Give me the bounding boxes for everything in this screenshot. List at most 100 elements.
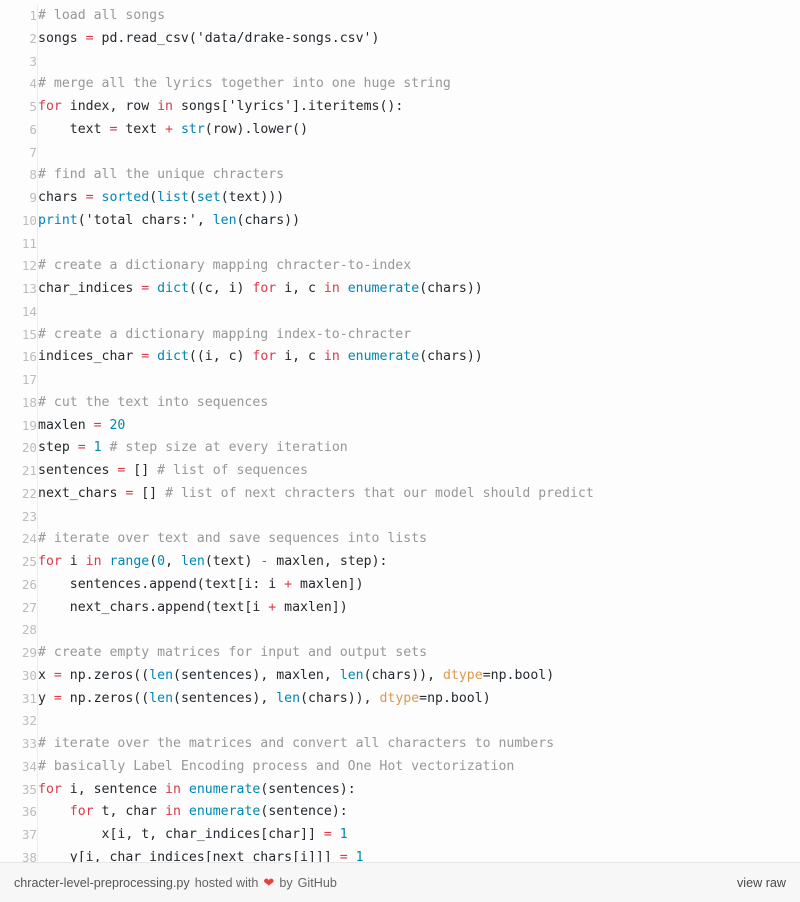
- code-token: # step size at every iteration: [109, 440, 348, 456]
- line-content: # merge all the lyrics together into one…: [38, 73, 800, 96]
- code-token: (chars)): [419, 281, 483, 296]
- line-content: # iterate over the matrices and convert …: [38, 733, 800, 756]
- code-token: index, row: [61, 99, 158, 114]
- code-token: (sentences), maxlen,: [173, 667, 340, 683]
- code-token: +: [268, 599, 277, 615]
- line-content: sentences = [] # list of sequences: [38, 460, 800, 483]
- code-token: (chars)): [236, 212, 301, 228]
- line-number: 11: [0, 232, 38, 256]
- line-content: for t, char in enumerate(sentence):: [38, 801, 800, 824]
- code-token: # basically Label Encoding process and O…: [38, 758, 515, 774]
- line-number: 35: [0, 778, 38, 802]
- line-number: 34: [0, 755, 38, 779]
- code-token: (chars)),: [363, 667, 443, 683]
- by-label: by: [279, 875, 293, 890]
- line-number: 30: [0, 664, 38, 688]
- line-number: 18: [0, 391, 38, 415]
- line-number: 24: [0, 528, 38, 551]
- code-line: 35 for i, sentence in enumerate(sentences…: [0, 778, 800, 802]
- code-token: maxlen: [38, 417, 94, 433]
- code-token: (: [188, 190, 197, 205]
- code-line: 6 text = text + str(row).lower(): [0, 118, 800, 142]
- code-token: (chars)): [419, 349, 483, 365]
- code-token: i, c: [276, 281, 324, 296]
- line-number: 20: [0, 437, 38, 460]
- line-number: 32: [0, 710, 38, 733]
- code-token: i, sentence: [61, 781, 166, 797]
- gist-footer: chracter-level-preprocessing.py hosted w…: [0, 862, 800, 902]
- code-token: +: [284, 576, 293, 592]
- line-content: text = text + str(row).lower(): [38, 119, 800, 142]
- code-line: 27 next_chars.append(text[i + maxlen]): [0, 596, 800, 620]
- code-token: x[i, t, char_indices[char]]: [38, 827, 324, 842]
- code-token: 20: [109, 417, 126, 433]
- code-token: enumerate: [347, 281, 420, 296]
- line-content: [38, 233, 800, 256]
- code-line: 2 songs = pd.read_csv('data/drake-songs.c…: [0, 27, 800, 51]
- line-number: 38: [0, 846, 38, 862]
- code-token: text: [38, 121, 110, 137]
- code-line: 15 # create a dictionary mapping index-to…: [0, 323, 800, 347]
- code-token: =np.bool): [419, 690, 491, 706]
- code-token: len: [149, 667, 174, 683]
- code-token: len: [149, 690, 174, 706]
- line-content: [38, 51, 800, 74]
- code-token: maxlen, step):: [268, 554, 388, 569]
- code-token: =: [141, 349, 150, 365]
- code-token: 0: [157, 554, 166, 569]
- code-line: 9 chars = sorted(list(set(text))): [0, 187, 800, 210]
- host-label: GitHub: [297, 875, 337, 890]
- code-token: i, c: [276, 349, 324, 365]
- code-token: ((i, c): [188, 349, 253, 365]
- code-line: 22 next_chars = [] # list of next chracte…: [0, 482, 800, 506]
- code-token: len: [212, 212, 237, 228]
- line-number: 17: [0, 369, 38, 392]
- code-token: enumerate: [347, 349, 420, 365]
- code-token: =: [53, 667, 62, 683]
- line-number: 5: [0, 96, 38, 119]
- line-content: [38, 710, 800, 733]
- line-content: [38, 301, 800, 324]
- code-viewer[interactable]: 1 # load all songs 2 songs = pd.read_csv('d…: [0, 0, 800, 862]
- line-content: # find all the unique chracters: [38, 164, 800, 187]
- line-content: # create a dictionary mapping chracter-t…: [38, 255, 800, 278]
- code-token: sentences.append(text[i: i: [38, 576, 285, 592]
- code-token: range: [109, 554, 150, 569]
- code-token: dtype: [379, 690, 420, 706]
- code-line: 30 x = np.zeros((len(sentences), maxlen, …: [0, 664, 800, 688]
- line-number: 2: [0, 27, 38, 51]
- view-raw-link[interactable]: view raw: [737, 876, 786, 890]
- code-token: len: [181, 554, 205, 569]
- code-token: in: [165, 781, 181, 797]
- code-token: # create a dictionary mapping chracter-t…: [38, 258, 412, 274]
- code-token: 1: [339, 827, 348, 842]
- code-token: for: [252, 349, 277, 365]
- code-token: next_chars: [38, 485, 126, 501]
- line-content: y = np.zeros((len(sentences), len(chars)…: [38, 688, 800, 711]
- code-token: =: [85, 30, 94, 46]
- line-content: [38, 142, 800, 165]
- code-token: (chars)),: [300, 690, 380, 706]
- code-token: indices_char: [38, 349, 142, 365]
- line-content: next_chars = [] # list of next chracters…: [38, 483, 800, 506]
- line-content: maxlen = 20: [38, 415, 800, 438]
- code-token: +: [165, 121, 174, 137]
- line-content: print('total chars:', len(chars)): [38, 210, 800, 233]
- code-token: =: [53, 690, 62, 706]
- code-token: for: [252, 281, 277, 296]
- line-number: 16: [0, 346, 38, 369]
- code-line: 5 for index, row in songs['lyrics'].iteri…: [0, 96, 800, 119]
- line-content: for i in range(0, len(text) - maxlen, st…: [38, 551, 800, 574]
- line-number: 14: [0, 300, 38, 324]
- code-token: # create empty matrices for input and ou…: [38, 645, 428, 660]
- line-number: 7: [0, 141, 38, 165]
- code-token: for: [38, 554, 62, 569]
- line-content: # create empty matrices for input and ou…: [38, 642, 800, 665]
- code-line: 8 # find all the unique chracters: [0, 164, 800, 187]
